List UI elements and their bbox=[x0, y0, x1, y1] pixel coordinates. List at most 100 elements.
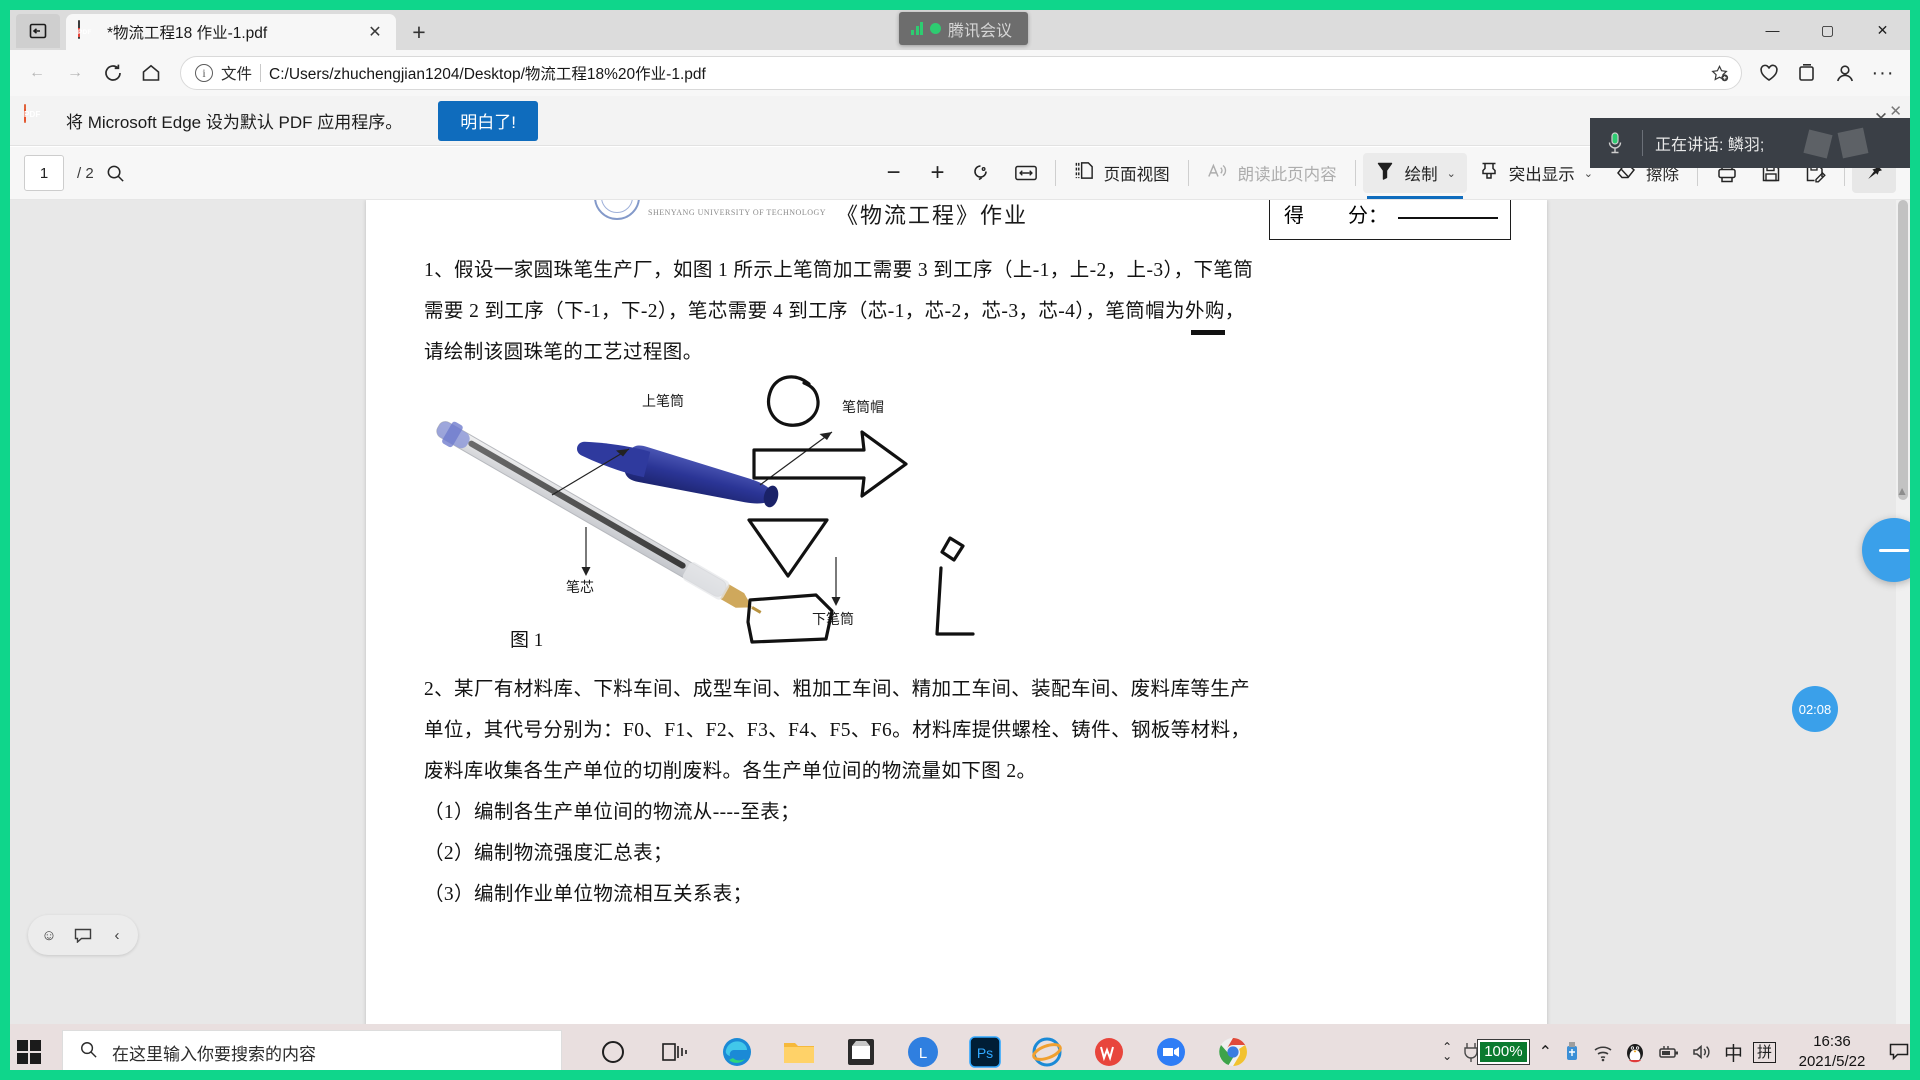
scroll-up-arrow-icon[interactable]: ▲ bbox=[1896, 484, 1908, 498]
new-tab-button[interactable]: + bbox=[400, 15, 438, 49]
close-icon[interactable]: ✕ bbox=[362, 19, 388, 45]
read-aloud-button[interactable]: 朗读此页内容 bbox=[1196, 153, 1348, 193]
collapse-icon[interactable]: ‹ bbox=[102, 920, 132, 950]
divider bbox=[1642, 130, 1643, 156]
profile-avatar[interactable] bbox=[1826, 54, 1864, 92]
wifi-icon[interactable] bbox=[1592, 1042, 1614, 1062]
start-button[interactable] bbox=[0, 1024, 58, 1080]
maximize-button[interactable]: ▢ bbox=[1800, 10, 1855, 50]
volume-icon[interactable] bbox=[1690, 1042, 1714, 1062]
page-view-label: 页面视图 bbox=[1103, 166, 1170, 184]
taskbar-app-microsoft-store[interactable] bbox=[832, 1026, 890, 1078]
highlight-button[interactable]: 突出显示 ⌄ bbox=[1467, 153, 1604, 193]
question-1: 1、假设一家圆珠笔生产厂，如图 1 所示上笔筒加工需要 3 到工序（上-1，上-… bbox=[424, 250, 1489, 373]
notification-icon[interactable] bbox=[1888, 1041, 1910, 1063]
browser-toolbar: ← → i 文件 C:/Users/zhuchengjian1204/Deskt… bbox=[10, 50, 1910, 96]
home-icon[interactable] bbox=[132, 54, 170, 92]
qq-penguin-icon[interactable] bbox=[1624, 1040, 1646, 1064]
taskbar-app-file-explorer[interactable] bbox=[770, 1026, 828, 1078]
more-settings-icon[interactable]: ··· bbox=[1864, 54, 1902, 92]
page-view-button[interactable]: 页面视图 bbox=[1063, 153, 1181, 193]
clock[interactable]: 16:36 2021/5/22 bbox=[1786, 1032, 1878, 1072]
pdf-page: SHENYANG UNIVERSITY OF TECHNOLOGY 《物流工程》… bbox=[366, 200, 1547, 1025]
document-body: 1、假设一家圆珠笔生产厂，如图 1 所示上笔筒加工需要 3 到工序（上-1，上-… bbox=[366, 242, 1547, 1025]
meeting-floating-button[interactable] bbox=[1862, 518, 1910, 582]
back-icon[interactable]: ← bbox=[18, 54, 56, 92]
meeting-bubble-bar bbox=[1879, 548, 1909, 552]
question-1-line-3: 请绘制该圆珠笔的工艺过程图。 bbox=[424, 342, 703, 363]
smiley-icon[interactable]: ☺ bbox=[34, 920, 64, 950]
tencent-meeting-pill[interactable]: 腾讯会议 bbox=[899, 12, 1029, 45]
question-2-line-3: 废料库收集各生产单位的切削废料。各生产单位间的物流量如下图 2。 bbox=[424, 761, 1037, 782]
taskbar-app-tencent-meeting[interactable] bbox=[1142, 1026, 1200, 1078]
score-label-fen: 分： bbox=[1348, 205, 1388, 227]
svg-text:L: L bbox=[919, 1045, 927, 1062]
tab-actions-button[interactable] bbox=[16, 14, 60, 48]
clock-date: 2021/5/22 bbox=[1798, 1053, 1866, 1070]
feedback-icon[interactable] bbox=[68, 920, 98, 950]
page-number-input[interactable]: 1 bbox=[24, 155, 64, 191]
forward-icon[interactable]: → bbox=[56, 54, 94, 92]
taskbar-app-wps-office[interactable] bbox=[1080, 1026, 1138, 1078]
got-it-button[interactable]: 明白了! bbox=[438, 100, 539, 141]
chevron-down-icon[interactable]: ⌄ bbox=[1447, 167, 1456, 180]
question-1-line-2: 需要 2 到工序（下-1，下-2），笔芯需要 4 到工序（芯-1，芯-2，芯-3… bbox=[424, 301, 1245, 322]
tray-expand-icon[interactable]: ⌃ ⌄ bbox=[1442, 1041, 1452, 1062]
highlighter-icon bbox=[1478, 160, 1500, 187]
favorites-icon[interactable] bbox=[1750, 54, 1788, 92]
collections-icon[interactable] bbox=[1788, 54, 1826, 92]
divider bbox=[1054, 160, 1056, 186]
divider bbox=[1354, 160, 1356, 186]
usb-icon[interactable] bbox=[1562, 1040, 1582, 1064]
taskbar-app-photoshop[interactable]: Ps bbox=[956, 1026, 1014, 1078]
battery-status[interactable]: 100% bbox=[1462, 1039, 1530, 1065]
label-cap: 笔筒帽 bbox=[842, 401, 884, 416]
zoom-in-button[interactable]: + bbox=[916, 153, 960, 193]
chevron-down-icon[interactable]: ⌄ bbox=[1584, 167, 1593, 180]
figure-1-caption: 图 1 bbox=[510, 630, 544, 651]
edge-feedback-widget[interactable]: ☺ ‹ bbox=[28, 915, 138, 955]
close-icon[interactable]: ✕ bbox=[1889, 102, 1902, 120]
meeting-timer[interactable]: 02:08 bbox=[1792, 686, 1838, 732]
scrollbar-thumb[interactable] bbox=[1898, 200, 1908, 500]
taskbar-app-internet-explorer[interactable] bbox=[1018, 1026, 1076, 1078]
refresh-icon[interactable] bbox=[94, 54, 132, 92]
url-text[interactable]: C:/Users/zhuchengjian1204/Desktop/物流工程18… bbox=[269, 62, 1695, 84]
rotate-icon[interactable] bbox=[960, 153, 1004, 193]
pdf-file-icon bbox=[78, 20, 98, 43]
page-view-icon bbox=[1074, 160, 1095, 186]
task-view-icon[interactable] bbox=[646, 1026, 704, 1078]
address-bar[interactable]: i 文件 C:/Users/zhuchengjian1204/Desktop/物… bbox=[180, 56, 1742, 90]
fit-to-width-icon[interactable] bbox=[1004, 153, 1048, 193]
add-favorite-icon[interactable] bbox=[1703, 58, 1735, 88]
taskbar-app-lanxin[interactable]: L bbox=[894, 1026, 952, 1078]
question-2-line-1: 2、某厂有材料库、下料车间、成型车间、粗加工车间、精加工车间、装配车间、废料库等… bbox=[424, 679, 1251, 700]
read-aloud-label: 朗读此页内容 bbox=[1237, 166, 1337, 184]
close-window-button[interactable]: ✕ bbox=[1855, 10, 1910, 50]
vertical-scrollbar[interactable] bbox=[1896, 200, 1910, 1025]
search-placeholder: 在这里输入你要搜索的内容 bbox=[112, 1044, 316, 1064]
tab-title: *物流工程18 作业-1.pdf bbox=[107, 25, 268, 42]
draw-button[interactable]: 绘制 ⌄ bbox=[1362, 153, 1467, 199]
ime-pinyin-indicator[interactable]: 拼 bbox=[1752, 1041, 1776, 1063]
taskbar-app-microsoft-edge[interactable] bbox=[708, 1026, 766, 1078]
ime-mode-indicator[interactable]: 中 bbox=[1724, 1039, 1743, 1066]
label-bottom-barrel: 下笔筒 bbox=[812, 613, 854, 628]
tray-chevron-icon[interactable]: ⌃ bbox=[1539, 1042, 1552, 1062]
seal-text: SHENYANG UNIVERSITY OF TECHNOLOGY bbox=[648, 208, 827, 217]
search-icon[interactable] bbox=[94, 153, 138, 193]
info-icon[interactable]: i bbox=[195, 64, 213, 82]
tencent-meeting-label: 腾讯会议 bbox=[948, 22, 1013, 40]
pen-photo bbox=[436, 421, 841, 614]
pdf-viewer[interactable]: SHENYANG UNIVERSITY OF TECHNOLOGY 《物流工程》… bbox=[10, 200, 1910, 1025]
pdf-file-icon bbox=[24, 103, 52, 137]
speaking-notification: 正在讲话: 鳞羽; ✕ bbox=[1590, 103, 1910, 168]
search-input[interactable]: 在这里输入你要搜索的内容 bbox=[62, 1030, 562, 1074]
browser-tab[interactable]: *物流工程18 作业-1.pdf ✕ bbox=[66, 14, 396, 50]
battery-icon[interactable] bbox=[1656, 1042, 1680, 1062]
zoom-out-button[interactable]: − bbox=[872, 153, 916, 193]
taskbar-app-chrome-like[interactable] bbox=[1204, 1026, 1262, 1078]
cortana-icon[interactable] bbox=[584, 1026, 642, 1078]
minimize-button[interactable]: — bbox=[1745, 10, 1800, 50]
decorative-shape bbox=[1800, 126, 1896, 165]
